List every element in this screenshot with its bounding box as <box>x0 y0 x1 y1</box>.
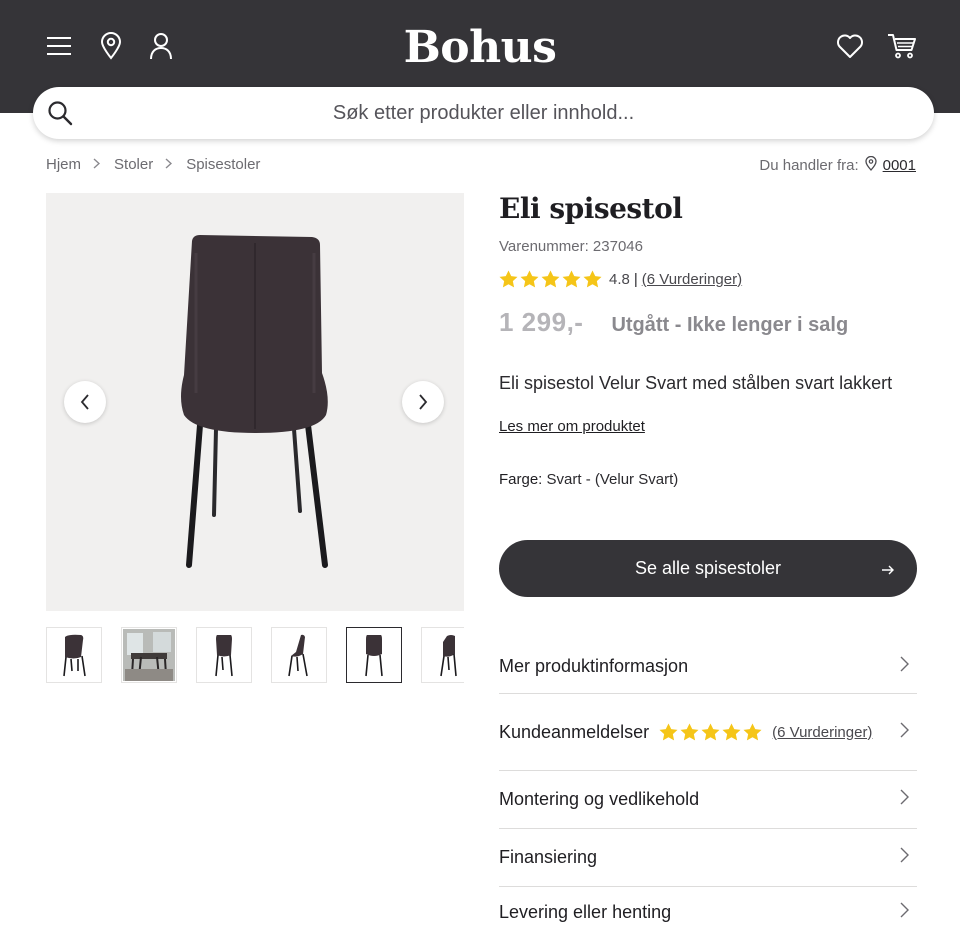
bohus-logo[interactable]: Bohus <box>380 22 580 73</box>
search-input[interactable] <box>33 87 934 139</box>
star-icon <box>562 270 581 288</box>
color-info: Farge: Svart - (Velur Svart) <box>499 471 678 488</box>
read-more-link[interactable]: Les mer om produktet <box>499 418 645 435</box>
product-description: Eli spisestol Velur Svart med stålben sv… <box>499 373 893 393</box>
star-icon <box>722 723 741 741</box>
availability-status: Utgått - Ikke lenger i salg <box>611 314 849 336</box>
breadcrumb-item-home[interactable]: Hjem <box>46 156 81 173</box>
star-icon <box>583 270 602 288</box>
thumbnail-4[interactable] <box>271 627 327 683</box>
thumbnail-6[interactable] <box>421 627 464 683</box>
location-pin-icon <box>864 155 877 175</box>
chevron-right-icon <box>165 157 173 172</box>
rating-score: 4.8 <box>609 270 630 288</box>
price-row: 1 299,- Utgått - Ikke lenger i salg <box>499 307 848 338</box>
star-icon <box>520 270 539 288</box>
store-link[interactable]: 0001 <box>883 157 916 174</box>
store-locator-icon[interactable] <box>96 31 126 61</box>
chevron-right-icon <box>419 394 428 410</box>
heart-icon[interactable] <box>835 31 865 61</box>
store-label: Du handler fra: <box>759 157 859 174</box>
product-title: Eli spisestol <box>499 192 683 225</box>
store-selector: Du handler fra: 0001 <box>759 155 916 175</box>
star-icon <box>743 723 762 741</box>
reviews-link[interactable]: (6 Vurderinger) <box>642 271 742 288</box>
accordion-assembly-care[interactable]: Montering og vedlikehold <box>499 771 917 829</box>
star-icon <box>499 270 518 288</box>
search-icon[interactable] <box>47 100 73 126</box>
accordion-financing[interactable]: Finansiering <box>499 829 917 887</box>
breadcrumb: Hjem Stoler Spisestoler <box>46 156 260 173</box>
chevron-right-icon <box>93 157 101 172</box>
reviews-link[interactable]: (6 Vurderinger) <box>772 724 872 741</box>
thumbnail-3[interactable] <box>196 627 252 683</box>
breadcrumb-item-spisestoler[interactable]: Spisestoler <box>186 156 260 173</box>
user-icon[interactable] <box>146 31 176 61</box>
menu-icon[interactable] <box>44 31 74 61</box>
accordion-label: Finansiering <box>499 847 598 867</box>
product-sku: Varenummer: 237046 <box>499 238 643 255</box>
product-rating: 4.8 | (6 Vurderinger) <box>499 270 742 288</box>
star-icon <box>659 723 678 741</box>
chevron-right-icon <box>900 656 909 677</box>
cta-label: Se alle spisestoler <box>634 558 782 578</box>
product-main-image[interactable] <box>46 193 464 611</box>
star-icon <box>541 270 560 288</box>
color-label: Farge: <box>499 471 543 488</box>
chevron-right-icon <box>900 847 909 868</box>
thumbnail-5[interactable] <box>346 627 402 683</box>
rating-stars <box>659 723 762 741</box>
accordion-label: Mer produktinformasjon <box>499 656 689 676</box>
thumbnail-strip <box>46 627 464 683</box>
cart-icon[interactable] <box>887 31 917 61</box>
product-price: 1 299,- <box>499 307 584 337</box>
next-image-button[interactable] <box>402 381 444 423</box>
rating-stars <box>499 270 602 288</box>
accordion-label: Kundeanmeldelser <box>499 721 650 742</box>
star-icon <box>701 723 720 741</box>
chevron-right-icon <box>900 902 909 923</box>
accordion-product-info[interactable]: Mer produktinformasjon <box>499 640 917 694</box>
arrow-right-icon <box>881 560 895 581</box>
chevron-left-icon <box>80 394 89 410</box>
breadcrumb-item-stoler[interactable]: Stoler <box>114 156 153 173</box>
rating-divider: | <box>633 270 638 288</box>
accordion-label: Levering eller henting <box>499 902 672 922</box>
accordion-delivery-pickup[interactable]: Levering eller henting <box>499 887 917 938</box>
accordion-label: Montering og vedlikehold <box>499 789 700 809</box>
chevron-right-icon <box>900 722 909 743</box>
accordion-reviews[interactable]: Kundeanmeldelser (6 Vurderinger) <box>499 694 917 771</box>
thumbnail-1[interactable] <box>46 627 102 683</box>
chevron-right-icon <box>900 789 909 810</box>
see-all-chairs-button[interactable]: Se alle spisestoler <box>499 540 917 597</box>
star-icon <box>680 723 699 741</box>
search-bar[interactable] <box>33 87 934 139</box>
color-value: Svart - (Velur Svart) <box>546 471 679 488</box>
thumbnail-2[interactable] <box>121 627 177 683</box>
previous-image-button[interactable] <box>64 381 106 423</box>
